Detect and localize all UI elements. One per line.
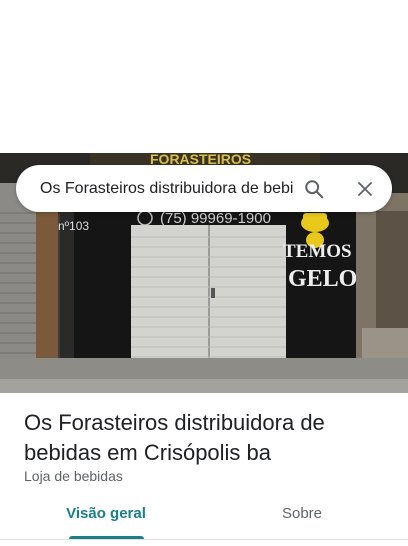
phone-text: (75) 99969-1900 [160,210,271,227]
promo-line1-text: TEMOS [283,241,352,262]
place-category: Loja de bebidas [24,468,123,484]
search-icon [305,180,324,199]
close-icon [358,182,372,196]
place-title: Os Forasteiros distribuidora de bebidas … [24,410,325,465]
search-input[interactable]: Os Forasteiros distribuidora de bebi [40,165,304,212]
tab-overview[interactable]: Visão geral [58,496,154,534]
tab-divider [0,539,408,540]
promo-line2-text: GELO [288,266,357,292]
tab-about[interactable]: Sobre [262,496,342,534]
clear-search-button[interactable] [348,172,382,206]
search-button[interactable] [297,172,331,206]
tab-bar: Visão geral Sobre [0,496,408,538]
street-number-text: nº103 [58,219,89,233]
search-bar[interactable]: Os Forasteiros distribuidora de bebi [16,165,392,212]
